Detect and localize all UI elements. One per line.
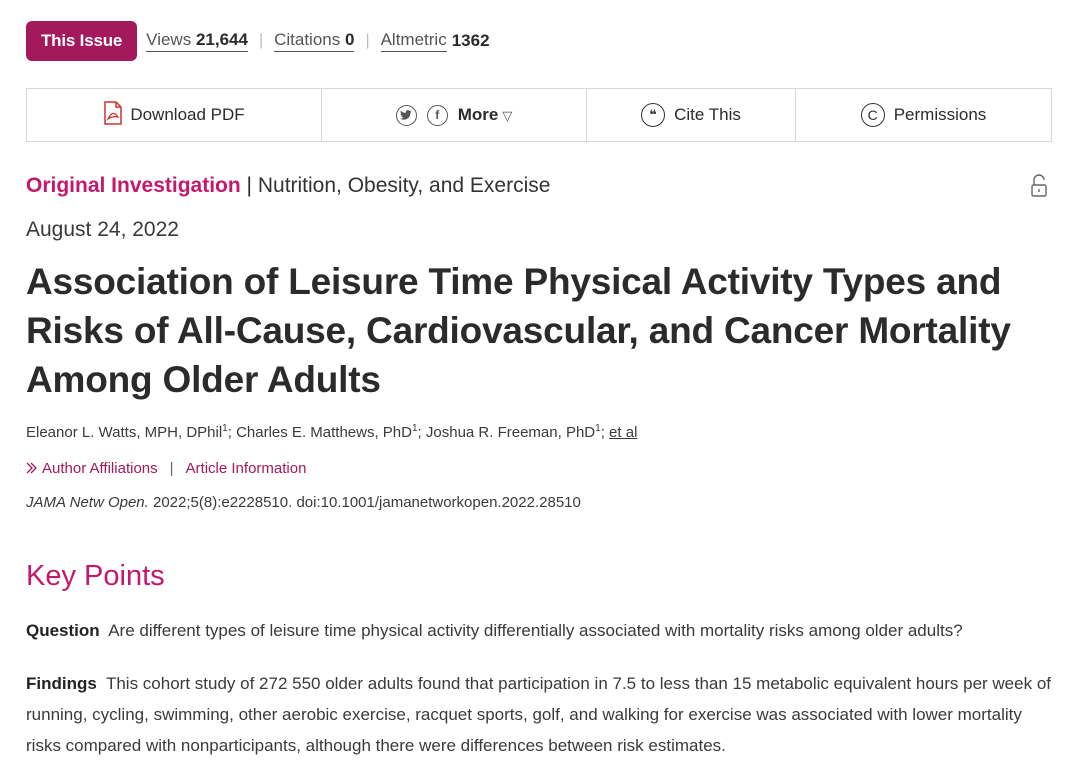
altmetric-label: Altmetric xyxy=(380,30,447,49)
author-affiliation-mark: 1 xyxy=(222,423,228,434)
views-metric[interactable]: Views 21,644 xyxy=(146,30,248,52)
article-title: Association of Leisure Time Physical Act… xyxy=(26,261,1011,400)
permissions-button[interactable]: C Permissions xyxy=(796,89,1051,141)
et-al-link[interactable]: et al xyxy=(609,424,637,441)
author-list: Eleanor L. Watts, MPH, DPhil1; Charles E… xyxy=(26,423,638,441)
download-pdf-label: Download PDF xyxy=(130,105,245,124)
findings-text: This cohort study of 272 550 older adult… xyxy=(26,674,1051,755)
affiliation-links: Author Affiliations | Article Informatio… xyxy=(26,460,306,477)
publication-date: August 24, 2022 xyxy=(26,218,179,241)
author-name[interactable]: Eleanor L. Watts, MPH, DPhil xyxy=(26,424,222,441)
category-separator: | xyxy=(246,174,258,197)
key-point-question: Question Are different types of leisure … xyxy=(26,615,1056,646)
key-points-heading: Key Points xyxy=(26,560,165,592)
permissions-label: Permissions xyxy=(893,105,987,124)
citations-metric[interactable]: Citations 0 xyxy=(274,30,355,52)
findings-label: Findings xyxy=(26,674,97,693)
citations-label: Citations xyxy=(274,30,341,49)
article-topic-link[interactable]: Nutrition, Obesity, and Exercise xyxy=(258,174,551,197)
facebook-icon[interactable]: f xyxy=(426,104,448,126)
question-text: Are different types of leisure time phys… xyxy=(108,621,963,640)
chevron-right-icon xyxy=(26,461,38,477)
journal-name: JAMA Netw Open. xyxy=(26,494,149,511)
citation-line: JAMA Netw Open. 2022;5(8):e2228510. doi:… xyxy=(26,494,581,511)
caret-down-icon: ▽ xyxy=(502,108,513,123)
metric-separator: | xyxy=(258,32,264,49)
key-point-findings: Findings This cohort study of 272 550 ol… xyxy=(26,668,1056,761)
altmetric-value: 1362 xyxy=(451,31,490,50)
more-button[interactable]: More ▽ xyxy=(458,105,513,125)
question-label: Question xyxy=(26,621,100,640)
pdf-icon xyxy=(103,100,123,130)
article-type-link[interactable]: Original Investigation xyxy=(26,174,241,197)
link-separator: | xyxy=(169,460,174,477)
views-label: Views xyxy=(146,30,192,49)
article-metrics: This Issue Views 21,644 | Citations 0 | … xyxy=(26,21,490,61)
this-issue-button[interactable]: This Issue xyxy=(26,21,138,61)
article-toolbar: Download PDF f More ▽ ❝ Cite This C Permi… xyxy=(26,88,1052,142)
more-label: More xyxy=(457,105,499,124)
views-value: 21,644 xyxy=(195,30,248,49)
share-more-group: f More ▽ xyxy=(322,89,587,141)
cite-this-label: Cite This xyxy=(674,105,741,124)
copyright-icon: C xyxy=(860,103,885,127)
altmetric-metric[interactable]: Altmetric xyxy=(380,30,447,52)
citation-details: 2022;5(8):e2228510. doi:10.1001/jamanetw… xyxy=(148,494,581,511)
download-pdf-button[interactable]: Download PDF xyxy=(27,89,322,141)
article-category: Original Investigation | Nutrition, Obes… xyxy=(26,174,550,198)
article-information-link[interactable]: Article Information xyxy=(186,460,307,477)
author-affiliation-mark: 1 xyxy=(595,423,601,434)
metric-separator: | xyxy=(365,32,370,49)
author-name[interactable]: Charles E. Matthews, PhD xyxy=(236,424,412,441)
cite-this-button[interactable]: ❝ Cite This xyxy=(587,89,796,141)
quote-icon: ❝ xyxy=(641,103,666,127)
author-affiliations-link[interactable]: Author Affiliations xyxy=(42,460,158,477)
author-affiliation-mark: 1 xyxy=(411,423,418,434)
citations-value: 0 xyxy=(344,30,355,49)
lock-open-icon xyxy=(1030,174,1048,203)
twitter-icon[interactable] xyxy=(395,104,417,126)
author-name[interactable]: Joshua R. Freeman, PhD xyxy=(426,424,595,441)
